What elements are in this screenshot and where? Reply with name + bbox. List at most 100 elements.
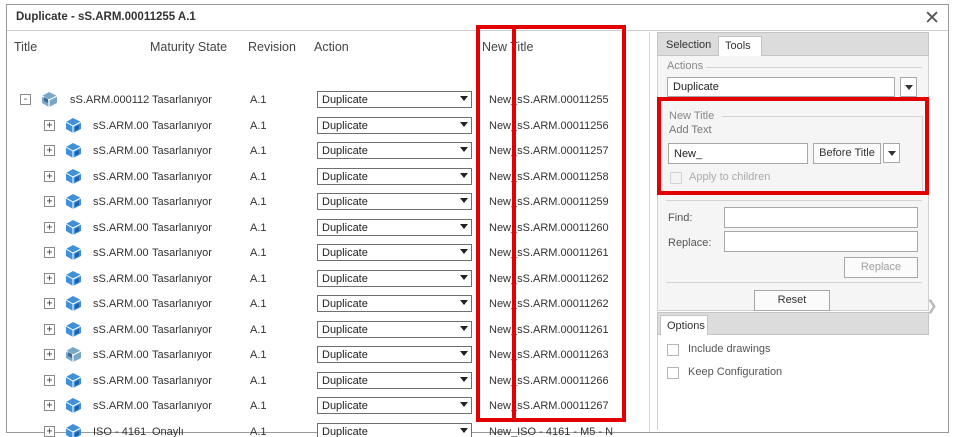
expand-toggle[interactable]: + — [44, 119, 55, 131]
table-row[interactable]: + sS.ARM.00011261Tasarlanıyor A.1 Duplicate… — [7, 317, 649, 343]
find-input[interactable] — [724, 207, 918, 228]
chevron-down-icon — [460, 427, 468, 433]
before-title-button[interactable]: Before Title — [813, 143, 881, 164]
table-row[interactable]: + sS.ARM.00011258Tasarlanıyor A.1 Duplicate… — [7, 164, 649, 190]
column-header-title[interactable]: Title — [14, 40, 37, 54]
part-icon — [64, 193, 83, 210]
part-icon — [64, 117, 83, 134]
row-action-select[interactable]: Duplicate — [317, 397, 472, 414]
row-action-select[interactable]: Duplicate — [317, 320, 472, 338]
chevron-down-icon — [460, 121, 468, 127]
tab-tools[interactable]: Tools — [718, 36, 762, 57]
row-action-value: Duplicate — [322, 119, 368, 132]
row-maturity-state: Tasarlanıyor — [152, 323, 212, 336]
row-action-select[interactable]: Duplicate — [317, 193, 472, 210]
new-title-fieldset-bottom — [666, 191, 922, 192]
tab-options[interactable]: Options — [660, 315, 708, 336]
table-row[interactable]: + sS.ARM.00011257Tasarlanıyor A.1 Duplicate… — [7, 138, 649, 164]
table-row[interactable]: + sS.ARM.00011263Tasarlanıyor A.1 Duplicate… — [7, 342, 649, 368]
expand-toggle[interactable]: + — [44, 272, 55, 284]
expand-toggle[interactable]: + — [44, 323, 55, 335]
chevron-down-icon — [460, 300, 468, 305]
row-title: sS.ARM.00011257 — [93, 145, 149, 157]
column-header-maturity[interactable]: Maturity State — [150, 40, 227, 54]
row-revision: A.1 — [250, 196, 267, 208]
expand-toggle[interactable]: + — [44, 145, 55, 156]
row-action-select[interactable]: Duplicate — [317, 116, 472, 134]
chevron-down-icon[interactable] — [900, 77, 917, 97]
table-row[interactable]: + sS.ARM.00011260Tasarlanıyor A.1 Duplicate… — [7, 215, 649, 241]
actions-combo-value: Duplicate — [673, 81, 719, 93]
row-revision: A.1 — [250, 349, 267, 361]
reset-button[interactable]: Reset — [754, 290, 830, 311]
expand-toggle[interactable]: + — [44, 170, 55, 182]
table-row[interactable]: + sS.ARM.00011267Tasarlanıyor A.1 Duplicate… — [7, 393, 649, 419]
chevron-down-icon[interactable] — [883, 143, 900, 163]
close-icon[interactable]: ✕ — [924, 7, 940, 29]
column-header-action[interactable]: Action — [314, 40, 349, 54]
row-action-select[interactable]: Duplicate — [317, 346, 472, 363]
tab-selection[interactable]: Selection — [660, 36, 718, 57]
table-row[interactable]: + ISO - 4161 - M5 - NOnaylı A.1 Duplicate Ne… — [7, 419, 649, 437]
expand-toggle[interactable]: + — [44, 221, 55, 233]
row-title: sS.ARM.00011262 — [93, 298, 149, 310]
row-action-select[interactable]: Duplicate — [317, 269, 472, 287]
column-header-new-title[interactable]: New Title — [482, 40, 533, 54]
tools-panel: Selection Tools Actions Duplicate New Ti… — [657, 32, 929, 432]
row-action-select[interactable]: Duplicate — [317, 142, 472, 159]
table-row[interactable]: + sS.ARM.00011256Tasarlanıyor A.1 Duplicate… — [7, 113, 649, 139]
chevron-down-icon — [460, 351, 468, 356]
row-action-select[interactable]: Duplicate — [317, 218, 472, 236]
column-header-revision[interactable]: Revision — [248, 40, 296, 54]
find-fieldset-bottom — [666, 282, 922, 283]
panel-tabs: Selection Tools — [657, 32, 929, 57]
apply-to-children-checkbox[interactable] — [670, 172, 682, 184]
actions-fieldset-line — [706, 67, 922, 68]
chevron-down-icon — [460, 274, 468, 280]
row-revision: A.1 — [250, 323, 267, 336]
row-action-select[interactable]: Duplicate — [317, 244, 472, 261]
actions-combo[interactable]: Duplicate — [667, 77, 895, 97]
table-row[interactable]: + sS.ARM.00011261Tasarlanıyor A.1 Duplicate… — [7, 240, 649, 266]
row-action-select[interactable]: Duplicate — [317, 295, 472, 312]
collapse-toggle[interactable]: - — [20, 94, 31, 105]
new-title-fieldset-edge — [922, 116, 923, 191]
part-icon — [64, 423, 83, 437]
part-icon — [64, 142, 83, 159]
expand-toggle[interactable]: + — [44, 247, 55, 258]
table-row[interactable]: + sS.ARM.00011259Tasarlanıyor A.1 Duplicate… — [7, 189, 649, 215]
part-icon — [64, 295, 83, 312]
row-action-value: Duplicate — [322, 298, 368, 310]
row-revision: A.1 — [250, 94, 267, 106]
add-text-input[interactable]: New_ — [668, 143, 808, 164]
expand-toggle[interactable]: + — [44, 374, 55, 386]
table-row[interactable]: + sS.ARM.00011266Tasarlanıyor A.1 Duplicate… — [7, 368, 649, 394]
row-action-select[interactable]: Duplicate — [317, 91, 472, 108]
row-new-title: New_sS.ARM.00011257 — [489, 145, 609, 157]
expand-toggle[interactable]: + — [44, 196, 55, 207]
duplicate-grid: Title Maturity State Revision Action New… — [7, 32, 650, 437]
row-maturity-state: Tasarlanıyor — [152, 272, 212, 285]
include-drawings-checkbox[interactable] — [667, 344, 679, 356]
replace-input[interactable] — [724, 231, 918, 252]
expand-toggle[interactable]: + — [44, 298, 55, 309]
row-action-select[interactable]: Duplicate — [317, 422, 472, 437]
part-icon — [64, 244, 83, 261]
row-new-title: New_sS.ARM.00011263 — [489, 349, 609, 361]
expand-toggle[interactable]: + — [44, 400, 55, 411]
expand-toggle[interactable]: + — [44, 349, 55, 360]
duplicate-dialog: Duplicate - sS.ARM.00011255 A.1 ✕ Title … — [6, 4, 949, 437]
replace-button[interactable]: Replace — [844, 257, 918, 278]
table-row[interactable]: + sS.ARM.00011262Tasarlanıyor A.1 Duplicate… — [7, 291, 649, 317]
row-action-select[interactable]: Duplicate — [317, 371, 472, 389]
keep-configuration-checkbox[interactable] — [667, 367, 679, 379]
table-row[interactable]: - sS.ARM.00011255Tasarlanıyor A.1 Duplicate… — [7, 87, 649, 113]
row-action-value: Duplicate — [322, 349, 368, 361]
expand-toggle[interactable]: + — [44, 425, 55, 437]
row-title: sS.ARM.00011260 — [93, 221, 149, 234]
row-maturity-state: Tasarlanıyor — [152, 349, 212, 361]
chevron-right-icon[interactable]: ❯ — [926, 298, 938, 314]
table-row[interactable]: + sS.ARM.00011262Tasarlanıyor A.1 Duplicate… — [7, 266, 649, 292]
row-action-select[interactable]: Duplicate — [317, 167, 472, 185]
row-action-value: Duplicate — [322, 323, 368, 336]
